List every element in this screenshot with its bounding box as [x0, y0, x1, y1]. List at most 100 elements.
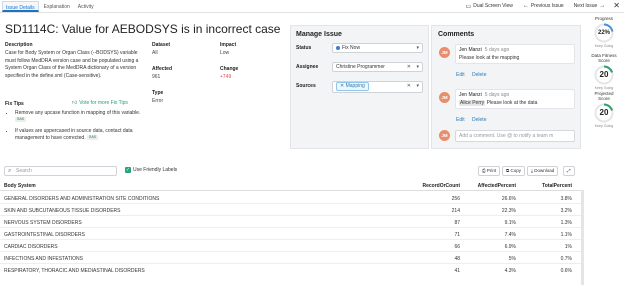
description-label: Description — [5, 42, 33, 48]
vote-fix-tips-link[interactable]: 👍︎ Vote for more Fix Tips — [72, 100, 128, 106]
next-issue-button[interactable]: Next Issue → — [574, 3, 606, 9]
table-row[interactable]: GASTROINTESTINAL DISORDERS 71 7.4% 1.1% — [0, 229, 584, 240]
delete-comment-link[interactable]: Delete — [472, 72, 486, 78]
clear-icon[interactable]: ✕ — [407, 82, 411, 90]
source-chip-mapping[interactable]: ✕ Mapping — [336, 82, 369, 91]
avatar: JM — [439, 92, 450, 103]
column-header-body-system[interactable]: Body System — [4, 183, 36, 189]
cell-body-system: GENERAL DISORDERS AND ADMINISTRATION SIT… — [4, 196, 160, 202]
download-icon: ⤓ — [531, 168, 533, 173]
copy-icon: ⧉ — [506, 168, 510, 173]
assignee-select[interactable]: Christine Programmer ✕ ▾ — [332, 62, 423, 72]
manage-issue-title: Manage Issue — [296, 31, 342, 38]
dual-screen-button[interactable]: ▭ Dual Screen View — [466, 3, 513, 10]
score-value: 20 — [599, 108, 609, 117]
comment-input[interactable]: Add a comment. Use @ to notify a team m — [455, 130, 575, 142]
table-row[interactable]: GENERAL DISORDERS AND ADMINISTRATION SIT… — [0, 193, 584, 204]
cell-affected-percent: 6.9% — [504, 244, 516, 250]
table-scrollbar[interactable] — [581, 190, 584, 285]
issue-navigation: ▭ Dual Screen View ← Previous Issue Next… — [456, 2, 620, 10]
friendly-labels-toggle[interactable]: ✓ Use Friendly Labels — [125, 167, 177, 173]
cell-total-percent: 3.8% — [560, 196, 572, 202]
cell-body-system: SKIN AND SUBCUTANEOUS TISSUE DISORDERS — [4, 208, 121, 214]
comments-panel: Comments JM Jen Manzi 5 days ago Please l… — [431, 25, 581, 149]
source-chip-label: Mapping — [345, 83, 365, 89]
tab-activity[interactable]: Activity — [75, 1, 97, 12]
close-icon[interactable]: ✕ — [613, 2, 620, 10]
impact-label: Impact — [220, 42, 237, 48]
status-dot-icon — [336, 45, 340, 50]
column-header-affected-percent[interactable]: AffectedPercent — [478, 183, 516, 189]
print-button[interactable]: ⎙ Print — [478, 166, 501, 176]
cell-affected-percent: 26.6% — [501, 196, 516, 202]
thumbs-up-icon: 👍︎ — [72, 100, 78, 106]
close-icon[interactable]: ✕ — [340, 83, 344, 89]
search-icon: ⌕ — [8, 168, 12, 174]
cell-total-percent: 1.3% — [560, 220, 572, 226]
avatar: JM — [439, 130, 450, 141]
chevron-down-icon: ▾ — [416, 83, 419, 89]
fix-tip-item: Remove any upcase function in mapping of… — [15, 110, 144, 125]
arrow-left-icon: ← — [522, 3, 529, 9]
table-row[interactable]: CARDIAC DISORDERS 66 6.9% 1% — [0, 241, 584, 252]
edit-comment-link[interactable]: Edit — [456, 117, 465, 123]
cell-record-count: 48 — [454, 256, 460, 262]
fix-tip-item: If values are uppercased in source data,… — [15, 128, 144, 143]
search-input[interactable]: ⌕ Search — [4, 166, 117, 176]
previous-issue-button[interactable]: ← Previous Issue — [523, 3, 564, 9]
score-label: Projected Score — [594, 91, 614, 101]
cell-record-count: 41 — [454, 268, 460, 274]
impact-value: Low — [220, 50, 230, 56]
change-block: Change +749 — [220, 66, 238, 80]
status-select[interactable]: Fix Now ▾ — [332, 43, 423, 53]
friendly-labels-label: Use Friendly Labels — [133, 167, 178, 173]
table-row[interactable]: NERVOUS SYSTEM DISORDERS 87 9.1% 1.3% — [0, 217, 584, 228]
table-row[interactable]: SKIN AND SUBCUTANEOUS TISSUE DISORDERS 2… — [0, 205, 584, 216]
assignee-value: Christine Programmer — [336, 64, 385, 70]
mention-tag[interactable]: Alice Perry — [459, 100, 486, 106]
table-row[interactable]: RESPIRATORY, THORACIC AND MEDIASTINAL DI… — [0, 265, 584, 276]
sas-badge: SAS — [15, 117, 27, 123]
download-label: Download — [534, 168, 555, 173]
tab-issue-details[interactable]: Issue Details — [2, 1, 39, 12]
score-label: Progress — [594, 16, 613, 21]
score-subtext: Keep Going — [594, 86, 614, 90]
cell-record-count: 256 — [451, 196, 460, 202]
download-button[interactable]: ⤓ Download — [527, 166, 559, 176]
dataset-label: Dataset — [152, 42, 171, 48]
cell-affected-percent: 22.3% — [501, 208, 516, 214]
expand-icon: ⤢ — [567, 168, 571, 173]
affected-value: 961 — [152, 74, 161, 80]
copy-button[interactable]: ⧉ Copy — [502, 166, 525, 176]
expand-button[interactable]: ⤢ — [563, 166, 575, 176]
cell-affected-percent: 5% — [508, 256, 516, 262]
issue-title: SD1114C: Value for AEBODSYS is in incorr… — [5, 22, 281, 36]
edit-comment-link[interactable]: Edit — [456, 72, 465, 78]
comment-author-name: Jen Manzi — [459, 92, 482, 98]
column-header-total-percent[interactable]: TotalPercent — [542, 183, 572, 189]
cell-total-percent: 1% — [564, 244, 572, 250]
cell-record-count: 87 — [454, 220, 460, 226]
table-row[interactable]: INFECTIONS AND INFESTATIONS 48 5% 0.7% — [0, 253, 584, 264]
cell-total-percent: 0.6% — [560, 268, 572, 274]
cell-affected-percent: 9.1% — [504, 220, 516, 226]
sources-select[interactable]: ✕ Mapping ✕ ▾ — [332, 81, 423, 93]
delete-comment-link[interactable]: Delete — [472, 117, 486, 123]
score-value: 22% — [597, 30, 610, 36]
clear-icon[interactable]: ✕ — [407, 63, 411, 71]
cell-record-count: 214 — [451, 208, 460, 214]
table-toolbar: ⌕ Search ✓ Use Friendly Labels ⎙ Print ⧉… — [0, 164, 584, 178]
fix-tip-text: Remove any upcase function in mapping of… — [15, 110, 141, 116]
tab-explanation[interactable]: Explanation — [41, 1, 73, 12]
cell-body-system: INFECTIONS AND INFESTATIONS — [4, 256, 83, 262]
column-header-record-count[interactable]: RecordOrCount — [423, 183, 461, 189]
data-fitness-score: Data Fitness Score 20 Keep Going — [588, 53, 620, 90]
status-label: Status — [296, 45, 312, 51]
cell-body-system: CARDIAC DISORDERS — [4, 244, 58, 250]
affected-label: Affected — [152, 66, 173, 72]
comment-time: 5 days ago — [484, 92, 510, 98]
type-block: Type Error — [152, 90, 163, 104]
fix-tips-list: Remove any upcase function in mapping of… — [9, 110, 144, 145]
checkbox-checked-icon[interactable]: ✓ — [125, 167, 131, 173]
arrow-right-icon: → — [599, 3, 606, 9]
